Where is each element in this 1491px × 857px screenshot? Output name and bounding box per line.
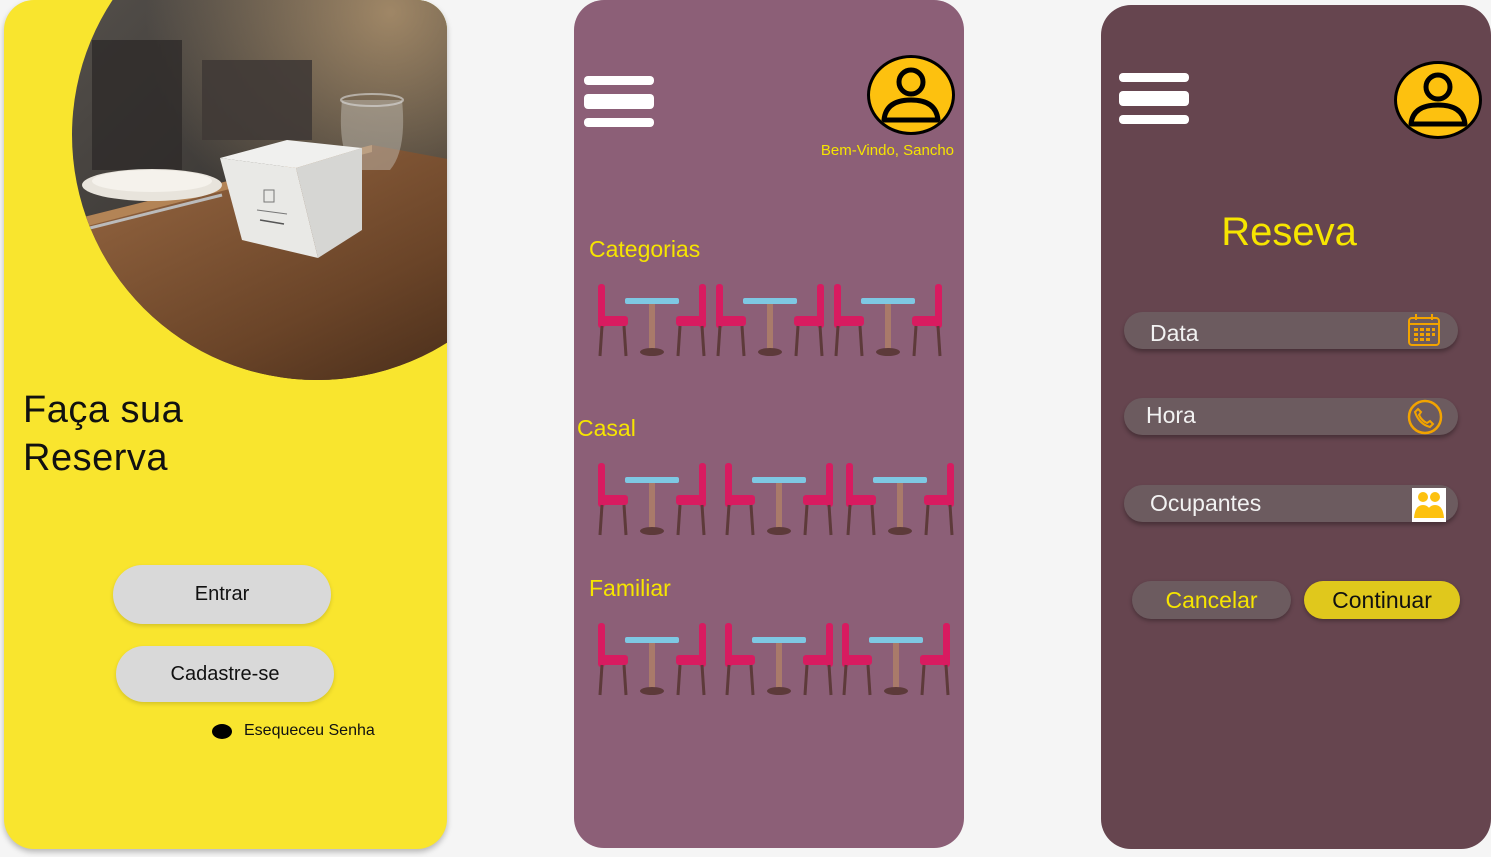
- date-field[interactable]: Data: [1124, 312, 1458, 349]
- time-field[interactable]: Hora: [1124, 398, 1458, 435]
- family-heading: Familiar: [589, 575, 671, 601]
- menu-icon[interactable]: [1119, 73, 1189, 125]
- table-icon[interactable]: [844, 461, 956, 542]
- table-icon[interactable]: [596, 621, 708, 702]
- forgot-password-link[interactable]: Esequeceu Senha: [212, 722, 375, 740]
- signup-button[interactable]: Cadastre-se: [116, 646, 334, 702]
- user-avatar-icon[interactable]: [867, 55, 955, 135]
- welcome-text: Bem-Vindo, Sancho: [820, 142, 954, 159]
- family-tables-row: [596, 621, 952, 702]
- categories-heading: Categorias: [589, 236, 701, 262]
- menu-icon[interactable]: [584, 76, 654, 128]
- user-avatar-icon[interactable]: [1394, 61, 1482, 139]
- table-icon[interactable]: [596, 461, 708, 542]
- occupants-field-label: Ocupantes: [1150, 490, 1262, 516]
- headline: Faça sua Reserva: [23, 386, 183, 482]
- login-screen: Faça sua Reserva Entrar Cadastre-se Eseq…: [4, 0, 447, 849]
- bullet-icon: [212, 723, 232, 739]
- occupants-field[interactable]: Ocupantes: [1124, 485, 1458, 522]
- page-title: Reseva: [1221, 210, 1357, 254]
- people-icon[interactable]: [1412, 488, 1446, 527]
- forgot-password-label: Esequeceu Senha: [244, 722, 375, 739]
- continue-button[interactable]: Continuar: [1304, 581, 1460, 619]
- table-icon[interactable]: [723, 621, 835, 702]
- headline-line-2: Reserva: [23, 437, 168, 479]
- table-icon[interactable]: [596, 282, 708, 363]
- couple-heading: Casal: [577, 415, 636, 441]
- category-tables-row: [596, 282, 944, 363]
- headline-line-1: Faça sua: [23, 389, 184, 431]
- restaurant-table-photo: [72, 0, 447, 380]
- cancel-button[interactable]: Cancelar: [1132, 581, 1291, 619]
- date-field-label: Data: [1150, 320, 1199, 346]
- table-icon[interactable]: [723, 461, 835, 542]
- clock-icon[interactable]: [1406, 398, 1444, 441]
- enter-button[interactable]: Entrar: [113, 565, 331, 624]
- couple-tables-row: [596, 461, 956, 542]
- table-icon[interactable]: [714, 282, 826, 363]
- table-icon[interactable]: [832, 282, 944, 363]
- calendar-icon[interactable]: [1406, 312, 1442, 353]
- reservation-screen: Reseva Data Hora Ocupantes Cancelar Cont…: [1101, 5, 1491, 849]
- table-icon[interactable]: [840, 621, 952, 702]
- time-field-label: Hora: [1146, 402, 1196, 428]
- categories-screen: Bem-Vindo, Sancho Categorias Casal Famil…: [574, 0, 964, 848]
